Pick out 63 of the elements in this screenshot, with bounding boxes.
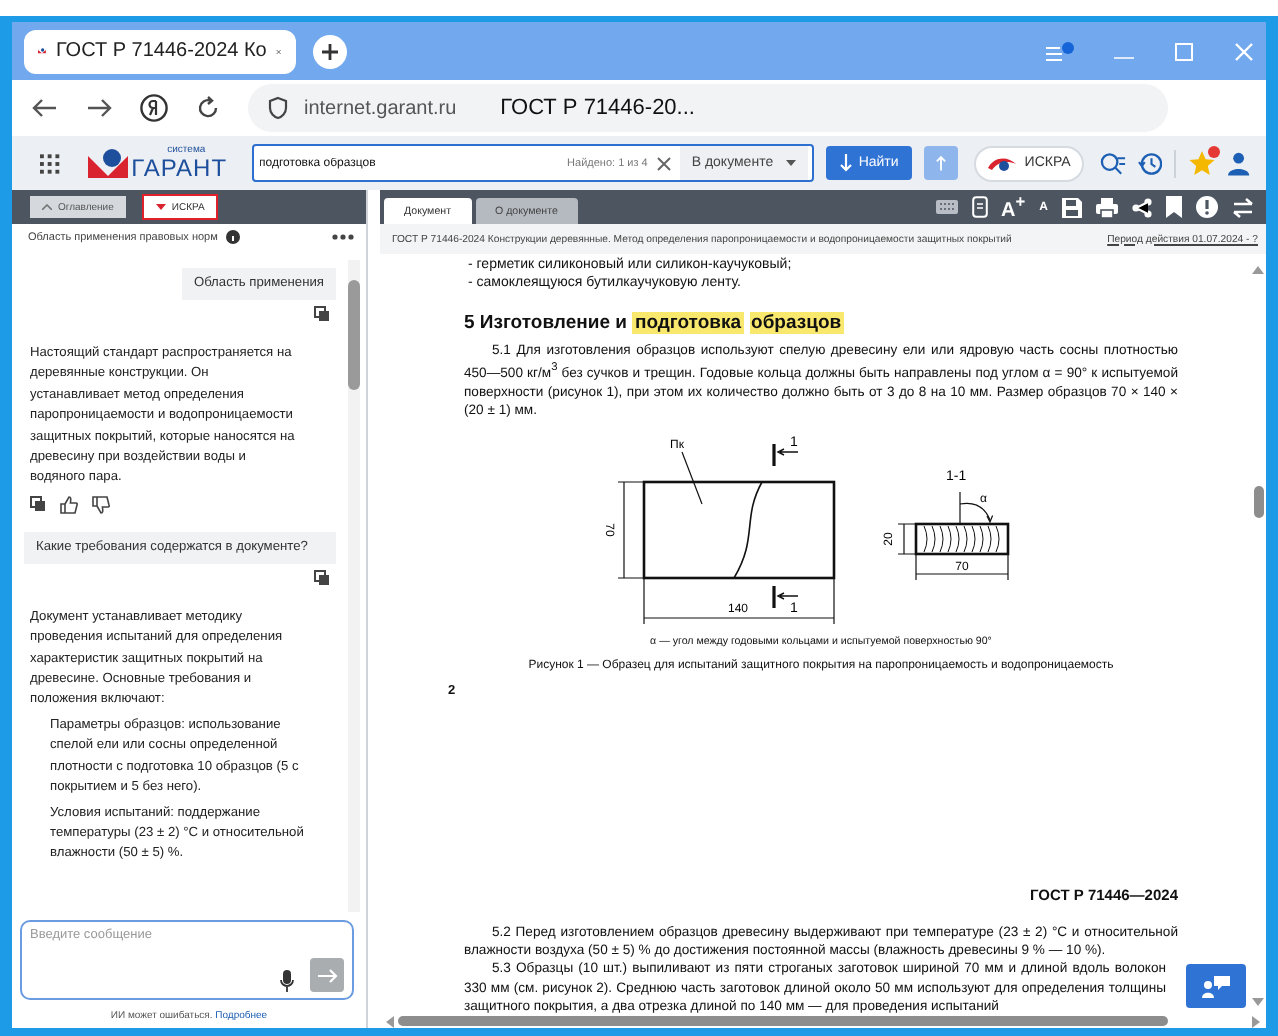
scrollbar-thumb[interactable] [1253, 486, 1263, 518]
section-heading: 5 Изготовление и подготовка образцов [464, 312, 846, 334]
angle-arrow [958, 491, 993, 525]
scrollbar-thumb[interactable] [398, 1016, 1168, 1026]
person-chat-icon [1202, 975, 1230, 997]
arrow-right-icon [317, 967, 337, 983]
share-icon[interactable] [1132, 197, 1152, 217]
tab-title: ГОСТ Р 71446-2024 Ко [55, 40, 267, 62]
chat-button[interactable] [1186, 964, 1246, 1008]
microphone-icon[interactable] [280, 970, 294, 992]
cross-section-drawing [913, 522, 1009, 556]
copy-icon[interactable] [30, 495, 46, 512]
info-icon[interactable] [1196, 196, 1218, 218]
user-icon[interactable] [1228, 151, 1250, 175]
save-icon[interactable] [1062, 197, 1082, 217]
scroll-up-icon[interactable] [1252, 266, 1264, 274]
info-icon[interactable] [225, 230, 240, 244]
history-icon[interactable] [1137, 151, 1163, 175]
caret-icon [785, 160, 796, 166]
scroll-right-icon[interactable] [1252, 1015, 1260, 1027]
search-list-icon[interactable] [1100, 151, 1126, 175]
down-arrow-icon [840, 154, 853, 172]
scrollbar[interactable] [348, 260, 360, 912]
print-icon[interactable] [1096, 197, 1118, 217]
font-increase-button[interactable]: A$^{+}$ [1001, 192, 1026, 222]
copy-icon[interactable] [314, 569, 330, 586]
thickness-dimension [896, 523, 916, 555]
new-tab-icon[interactable] [312, 33, 348, 69]
section-mark [771, 586, 798, 609]
address-bar[interactable]: internet.garant.ru ГОСТ Р 71446-20... [248, 84, 1168, 132]
keyboard-icon[interactable] [935, 200, 958, 214]
height-dimension [616, 481, 644, 579]
scroll-left-icon[interactable] [386, 1015, 394, 1027]
back-icon[interactable] [32, 98, 58, 118]
triangle-down-icon [155, 204, 166, 210]
logo-name: ГАРАНТ [131, 156, 228, 180]
leader-line [680, 451, 702, 505]
star-icon[interactable] [1188, 150, 1217, 176]
iskra-logo-icon [988, 155, 1017, 171]
thumbs-up-icon[interactable] [60, 495, 78, 514]
section-mark [771, 444, 798, 467]
scroll-down-icon[interactable] [1252, 998, 1264, 1006]
browser-tab[interactable]: ГОСТ Р 71446-2024 Ко [24, 29, 296, 73]
up-arrow-icon [936, 154, 947, 172]
collapse-icon [42, 204, 52, 210]
mobile-icon[interactable] [971, 196, 988, 218]
menu-icon[interactable] [1046, 41, 1074, 61]
reload-icon[interactable] [196, 96, 220, 120]
copy-icon[interactable] [314, 306, 330, 322]
url-domain: internet.garant.ru [304, 97, 457, 119]
browser-logo-icon[interactable] [140, 94, 168, 122]
width-dimension [914, 553, 1008, 581]
page-title: ГОСТ Р 71446-20... [500, 96, 695, 120]
thumbs-down-icon[interactable] [92, 495, 110, 514]
forward-icon[interactable] [86, 98, 112, 118]
bookmark-icon[interactable] [1166, 196, 1182, 218]
apps-grid-icon[interactable] [40, 153, 60, 173]
notification-badge [1208, 146, 1221, 158]
swap-arrows-icon[interactable] [1232, 197, 1254, 217]
shield-icon [268, 96, 288, 120]
more-icon[interactable] [332, 234, 354, 240]
clear-icon[interactable] [655, 155, 672, 171]
logo-emblem-icon [87, 147, 128, 179]
